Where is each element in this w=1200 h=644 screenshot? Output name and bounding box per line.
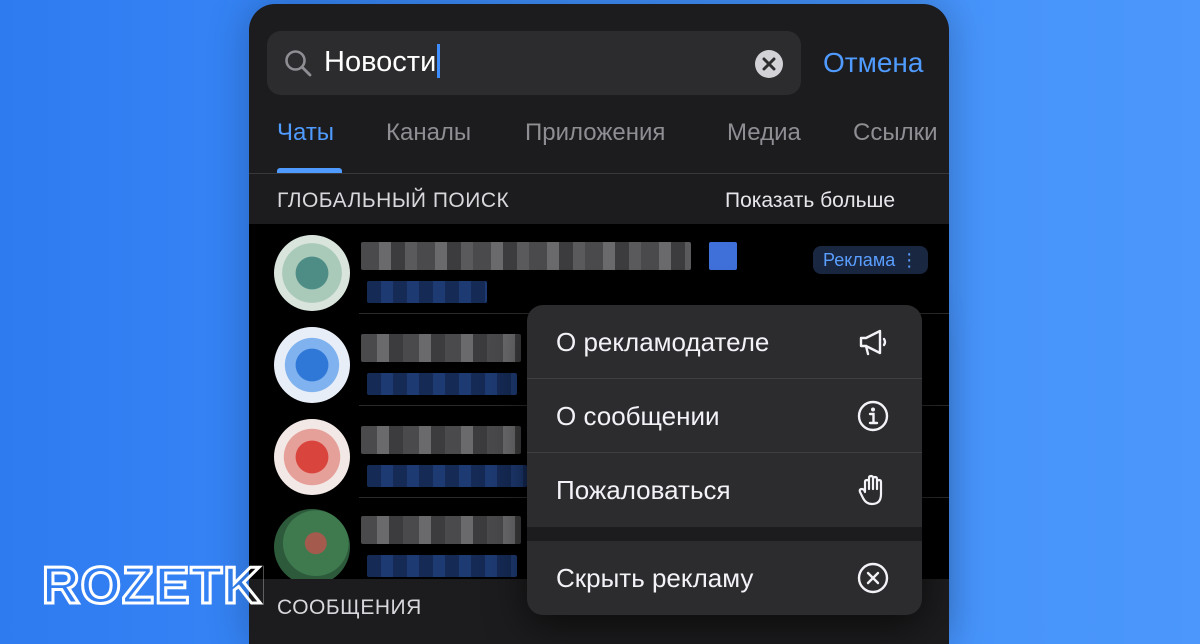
- menu-item-label: Скрыть рекламу: [556, 563, 754, 593]
- cancel-button[interactable]: Отмена: [823, 46, 923, 80]
- close-circle-icon: [857, 562, 889, 594]
- search-field[interactable]: Новости: [267, 31, 801, 95]
- blurred-channel-handle: [367, 555, 517, 577]
- menu-item-report[interactable]: Пожаловаться: [527, 453, 922, 527]
- tab-chats[interactable]: Чаты: [277, 118, 334, 148]
- blurred-channel-handle: [367, 281, 487, 303]
- menu-item-hide-ad[interactable]: Скрыть рекламу: [527, 541, 922, 615]
- tab-channels[interactable]: Каналы: [386, 118, 471, 148]
- ad-badge[interactable]: Реклама ⋮: [813, 246, 929, 274]
- blurred-channel-handle: [367, 373, 517, 395]
- global-search-header: ГЛОБАЛЬНЫЙ ПОИСК Показать больше: [249, 174, 949, 224]
- info-icon: [857, 400, 889, 432]
- section-title-messages: СООБЩЕНИЯ: [277, 596, 422, 619]
- avatar: [274, 327, 350, 403]
- search-tabs: Чаты Каналы Приложения Медиа Ссылки: [249, 114, 949, 174]
- blurred-channel-handle: [367, 465, 527, 487]
- hand-icon: [858, 474, 883, 506]
- blurred-channel-name: [361, 334, 521, 362]
- search-icon: [285, 50, 312, 77]
- avatar: [274, 419, 350, 495]
- avatar: [274, 235, 350, 311]
- section-title-global-search: ГЛОБАЛЬНЫЙ ПОИСК: [277, 189, 510, 212]
- menu-item-label: О сообщении: [556, 401, 720, 431]
- menu-item-label: О рекламодателе: [556, 327, 770, 357]
- avatar: [274, 509, 350, 585]
- ad-context-menu: О рекламодателе О сообщении Пожаловаться…: [527, 305, 922, 615]
- search-query-text: Новости: [324, 46, 437, 78]
- blurred-channel-name: [361, 242, 691, 270]
- text-caret: [437, 44, 441, 78]
- menu-group-separator: [527, 527, 922, 541]
- list-item[interactable]: Реклама ⋮: [249, 224, 949, 314]
- tab-apps[interactable]: Приложения: [525, 118, 665, 148]
- verified-badge: [709, 242, 737, 270]
- blurred-channel-name: [361, 426, 521, 454]
- megaphone-icon: [859, 329, 887, 356]
- tab-media[interactable]: Медиа: [727, 118, 801, 148]
- clear-icon[interactable]: [754, 49, 784, 79]
- menu-item-about-advertiser[interactable]: О рекламодателе: [527, 305, 922, 379]
- show-more-link[interactable]: Показать больше: [725, 188, 895, 214]
- rozetked-logo: ROZETKED: [42, 556, 264, 612]
- tab-links[interactable]: Ссылки: [853, 118, 938, 148]
- blurred-channel-name: [361, 516, 521, 544]
- menu-item-about-message[interactable]: О сообщении: [527, 379, 922, 453]
- menu-item-label: Пожаловаться: [556, 475, 731, 505]
- logo-text: ROZETKED: [42, 557, 264, 611]
- search-input[interactable]: Новости: [324, 44, 441, 80]
